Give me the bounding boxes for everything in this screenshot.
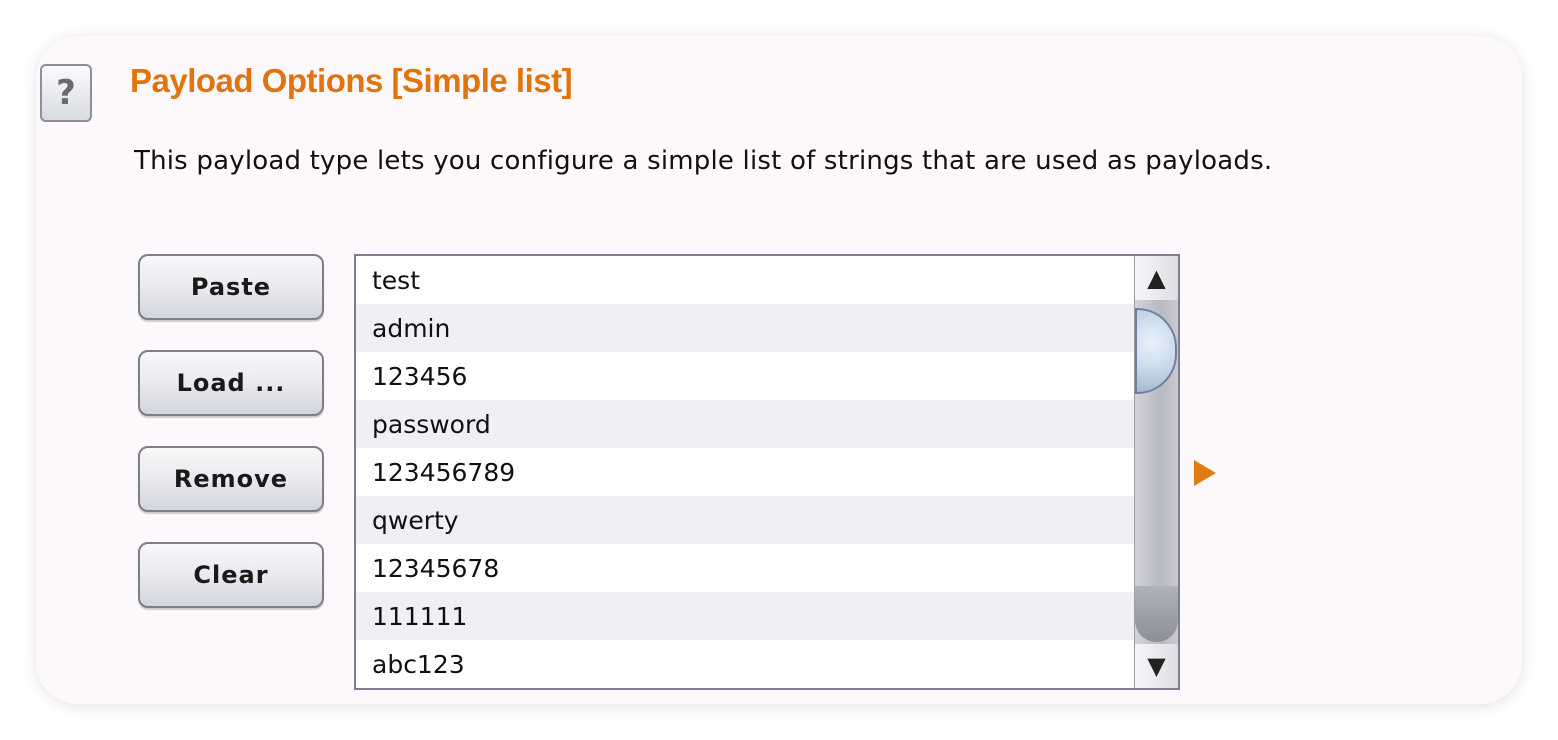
list-item[interactable]: admin <box>356 304 1134 352</box>
list-item[interactable]: 123456 <box>356 352 1134 400</box>
list-item[interactable]: qwerty <box>356 496 1134 544</box>
scroll-down-button[interactable]: ▼ <box>1135 644 1178 688</box>
payload-list: test admin 123456 password 123456789 qwe… <box>356 256 1134 688</box>
arrow-down-icon: ▼ <box>1147 652 1166 680</box>
scroll-up-button[interactable]: ▲ <box>1135 256 1178 300</box>
triangle-right-icon[interactable] <box>1194 460 1216 486</box>
list-item[interactable]: password <box>356 400 1134 448</box>
vertical-scrollbar[interactable]: ▲ ▼ <box>1134 256 1178 688</box>
scrollbar-track-end <box>1135 586 1178 642</box>
section-title: Payload Options [Simple list] <box>130 62 573 99</box>
payload-options-panel: ? Payload Options [Simple list] This pay… <box>36 36 1522 704</box>
section-description: This payload type lets you configure a s… <box>134 146 1273 176</box>
scrollbar-thumb[interactable] <box>1135 308 1177 394</box>
arrow-up-icon: ▲ <box>1147 264 1166 292</box>
list-item[interactable]: abc123 <box>356 640 1134 688</box>
paste-button[interactable]: Paste <box>138 254 324 320</box>
load-button[interactable]: Load ... <box>138 350 324 416</box>
list-item[interactable]: 111111 <box>356 592 1134 640</box>
payload-listbox[interactable]: test admin 123456 password 123456789 qwe… <box>354 254 1180 690</box>
list-item[interactable]: 123456789 <box>356 448 1134 496</box>
remove-button[interactable]: Remove <box>138 446 324 512</box>
screenshot-canvas: ? Payload Options [Simple list] This pay… <box>0 0 1558 740</box>
help-button[interactable]: ? <box>40 64 92 122</box>
question-mark-icon: ? <box>56 73 76 113</box>
list-item[interactable]: 12345678 <box>356 544 1134 592</box>
list-item[interactable]: test <box>356 256 1134 304</box>
clear-button[interactable]: Clear <box>138 542 324 608</box>
